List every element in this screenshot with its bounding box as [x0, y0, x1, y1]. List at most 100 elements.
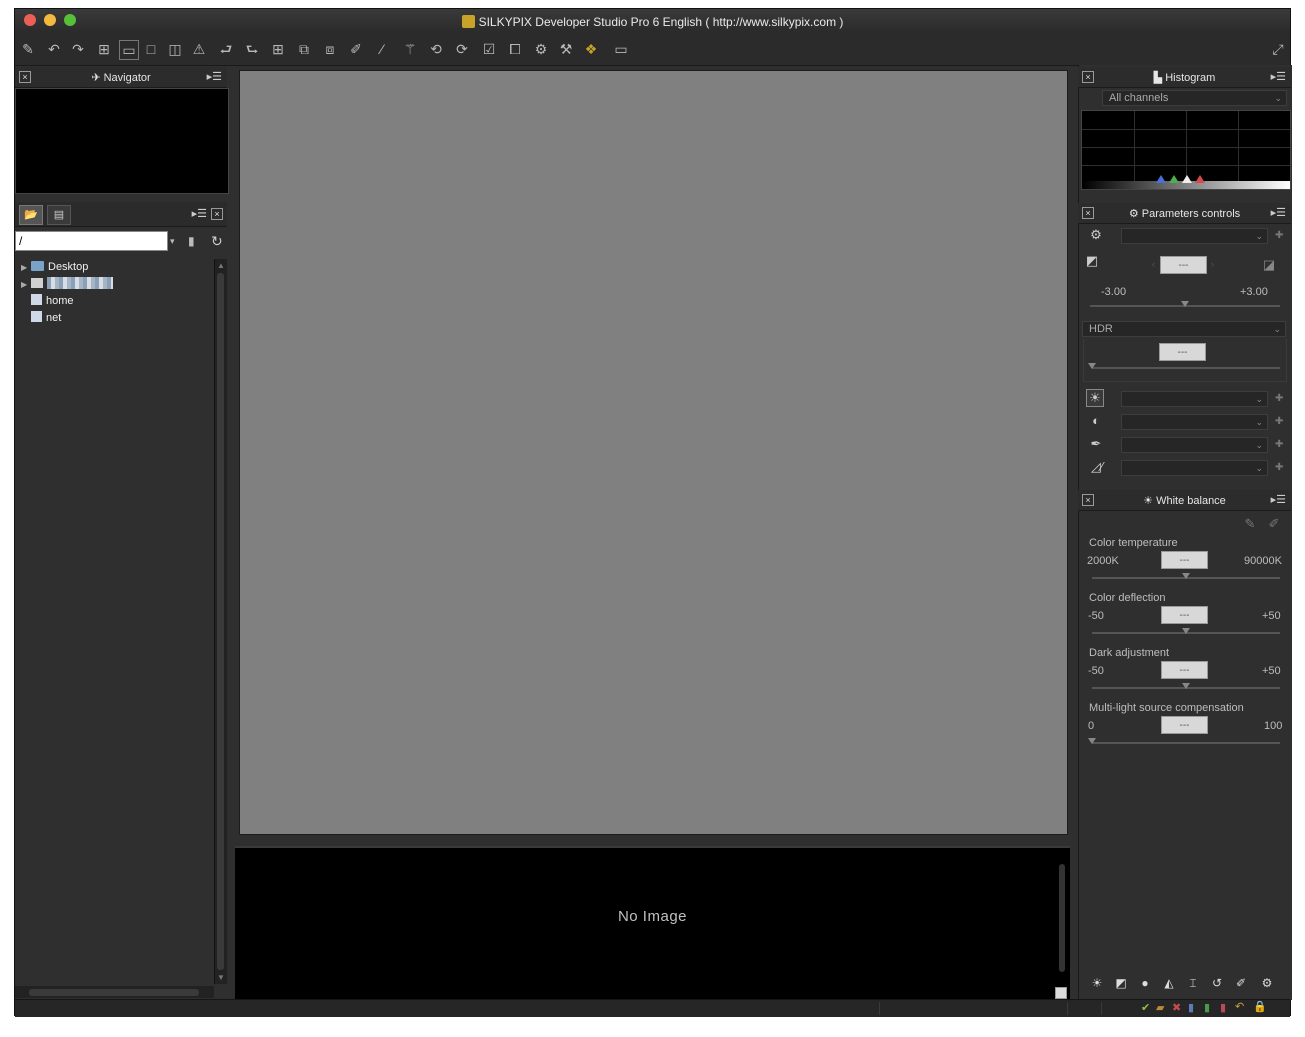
expand-arrow-icon[interactable]: ▶ — [21, 260, 31, 276]
paste-all-icon[interactable]: ✐ — [347, 40, 365, 58]
mark-icon[interactable]: ☑ — [480, 40, 498, 58]
tree-item-desktop[interactable]: ▶ Desktop — [21, 259, 88, 275]
scroll-thumb[interactable] — [217, 273, 224, 970]
color-tool-icon[interactable]: ☀ — [1086, 389, 1104, 407]
sharpen-tool-icon[interactable]: ◭ — [1161, 975, 1177, 991]
panel-menu-icon[interactable]: ▸☰ — [1271, 206, 1286, 219]
check-icon[interactable]: ✔ — [1141, 1001, 1150, 1014]
delete-icon[interactable]: ✖ — [1172, 1001, 1181, 1014]
revert-icon[interactable]: ↶ — [1235, 1000, 1244, 1013]
develop-icon[interactable]: ✎ — [19, 40, 37, 58]
dark-adjustment-value[interactable]: --- — [1161, 661, 1208, 679]
multi-light-slider-thumb[interactable] — [1088, 738, 1096, 744]
comment-tab-icon[interactable]: ▤ — [47, 205, 71, 225]
blue-mark-icon[interactable]: ▮ — [1188, 1001, 1194, 1014]
fullscreen-icon[interactable]: ⤢ — [1269, 40, 1287, 58]
develop-settings-icon[interactable]: ⚙ — [1259, 975, 1275, 991]
green-mark-icon[interactable]: ▮ — [1204, 1001, 1210, 1014]
exposure-slider-thumb[interactable] — [1181, 301, 1189, 307]
decrease-arrow-icon[interactable]: ‹ — [1152, 259, 1155, 269]
eyedropper-plus-icon[interactable]: ✐ — [1266, 516, 1282, 532]
close-panel-icon[interactable]: × — [211, 208, 223, 220]
copy-parameters-icon[interactable]: ⧉ — [295, 40, 313, 58]
hdr-slider[interactable] — [1092, 367, 1280, 369]
spot-removal-icon[interactable]: ⁄ — [373, 40, 391, 58]
red-mark-icon[interactable]: ▮ — [1220, 1001, 1226, 1014]
rotate-tool-icon[interactable]: ↺ — [1209, 975, 1225, 991]
path-dropdown-icon[interactable]: ▾ — [170, 236, 175, 247]
folder-tab-icon[interactable]: 📂 — [19, 205, 43, 225]
eyedropper-icon[interactable]: ✎ — [1242, 516, 1258, 532]
increase-arrow-icon[interactable]: › — [1211, 259, 1214, 269]
noise-reduction-icon[interactable]: ◿⁄ — [1086, 459, 1108, 475]
path-input[interactable] — [15, 231, 168, 251]
redo-icon[interactable]: ↷ — [69, 40, 87, 58]
compare-view-icon[interactable]: ◫ — [166, 40, 184, 58]
panel-menu-icon[interactable]: ▸☰ — [1271, 70, 1286, 83]
panel-menu-icon[interactable]: ▸☰ — [192, 207, 207, 220]
hdr-value[interactable]: --- — [1159, 343, 1206, 361]
batch-icon[interactable]: ⧠ — [506, 40, 524, 58]
histogram-channel-select[interactable]: All channels ⌄ — [1102, 90, 1287, 106]
gear-icon[interactable]: ⚙ — [1088, 227, 1104, 243]
sharpness-icon[interactable]: ✒ — [1088, 436, 1104, 452]
dark-adjustment-slider-thumb[interactable] — [1182, 683, 1190, 689]
next-image-icon[interactable]: ⮑ — [243, 40, 261, 58]
panel-menu-icon[interactable]: ▸☰ — [1271, 493, 1286, 506]
combined-view-icon[interactable]: ▭ — [119, 40, 139, 60]
filmstrip-scrollbar[interactable] — [1058, 852, 1066, 982]
add-icon[interactable]: ✚ — [1275, 230, 1283, 241]
noise-select[interactable]: ⌄ — [1121, 460, 1268, 476]
monitor-icon[interactable]: ▭ — [609, 40, 633, 58]
color-deflection-value[interactable]: --- — [1161, 606, 1208, 624]
tree-item-disk[interactable]: ▶ — [21, 276, 113, 292]
tone-tool-icon[interactable]: ⚚ — [401, 40, 419, 58]
rotate-right-icon[interactable]: ⟳ — [453, 40, 471, 58]
settings-icon[interactable]: ⚙ — [532, 40, 550, 58]
rotate-left-icon[interactable]: ⟲ — [427, 40, 445, 58]
grid-icon[interactable]: ⊞ — [269, 40, 287, 58]
color-ball-tool-icon[interactable]: ● — [1137, 975, 1153, 991]
hdr-select[interactable]: HDR ⌄ — [1082, 321, 1286, 337]
scroll-thumb[interactable] — [29, 989, 199, 996]
navigator-view[interactable] — [15, 88, 229, 194]
add-icon[interactable]: ✚ — [1275, 462, 1283, 473]
sharpness-select[interactable]: ⌄ — [1121, 437, 1268, 453]
filmstrip-options-icon[interactable] — [1055, 987, 1067, 999]
brush-tool-icon[interactable]: ✐ — [1233, 975, 1249, 991]
exposure-value[interactable]: --- — [1160, 256, 1207, 274]
contrast-icon[interactable]: ◐ — [1088, 413, 1104, 429]
warning-icon[interactable]: ⚠ — [190, 40, 208, 58]
color-temperature-slider-thumb[interactable] — [1182, 573, 1190, 579]
taste-select[interactable]: ⌄ — [1121, 228, 1268, 244]
hdr-slider-thumb[interactable] — [1088, 363, 1096, 369]
multi-light-slider[interactable] — [1092, 742, 1280, 744]
refresh-icon[interactable]: ↻ — [211, 233, 223, 250]
tone-select[interactable]: ⌄ — [1121, 414, 1268, 430]
color-select[interactable]: ⌄ — [1121, 391, 1268, 407]
preview-view-icon[interactable]: □ — [142, 40, 160, 58]
folder-status-icon[interactable]: ▰ — [1156, 1001, 1164, 1014]
add-icon[interactable]: ✚ — [1275, 439, 1283, 450]
add-icon[interactable]: ✚ — [1275, 393, 1283, 404]
tree-item-net[interactable]: net — [31, 310, 61, 326]
folder-horizontal-scrollbar[interactable] — [15, 986, 214, 998]
paste-parameters-icon[interactable]: ⧈ — [321, 40, 339, 58]
add-icon[interactable]: ✚ — [1275, 416, 1283, 427]
panel-menu-icon[interactable]: ▸☰ — [207, 70, 222, 83]
multi-light-value[interactable]: --- — [1161, 716, 1208, 734]
previous-image-icon[interactable]: ⮐ — [217, 40, 235, 58]
color-temperature-value[interactable]: --- — [1161, 551, 1208, 569]
thumbnail-view-icon[interactable]: ⊞ — [95, 40, 113, 58]
auto-exposure-icon[interactable]: ◪ — [1261, 257, 1277, 273]
scroll-up-icon[interactable]: ▲ — [217, 261, 225, 270]
expand-arrow-icon[interactable]: ▶ — [21, 277, 31, 293]
scroll-thumb[interactable] — [1059, 864, 1065, 972]
new-folder-icon[interactable]: ▮ — [188, 234, 195, 248]
preview-area[interactable] — [239, 70, 1068, 835]
undo-icon[interactable]: ↶ — [45, 40, 63, 58]
silkypix-icon[interactable]: ❖ — [582, 40, 600, 58]
tone-curve-tool-icon[interactable]: ◩ — [1113, 975, 1129, 991]
lock-icon[interactable]: 🔒 — [1253, 1000, 1267, 1013]
exposure-icon[interactable]: ◩ — [1084, 253, 1100, 269]
